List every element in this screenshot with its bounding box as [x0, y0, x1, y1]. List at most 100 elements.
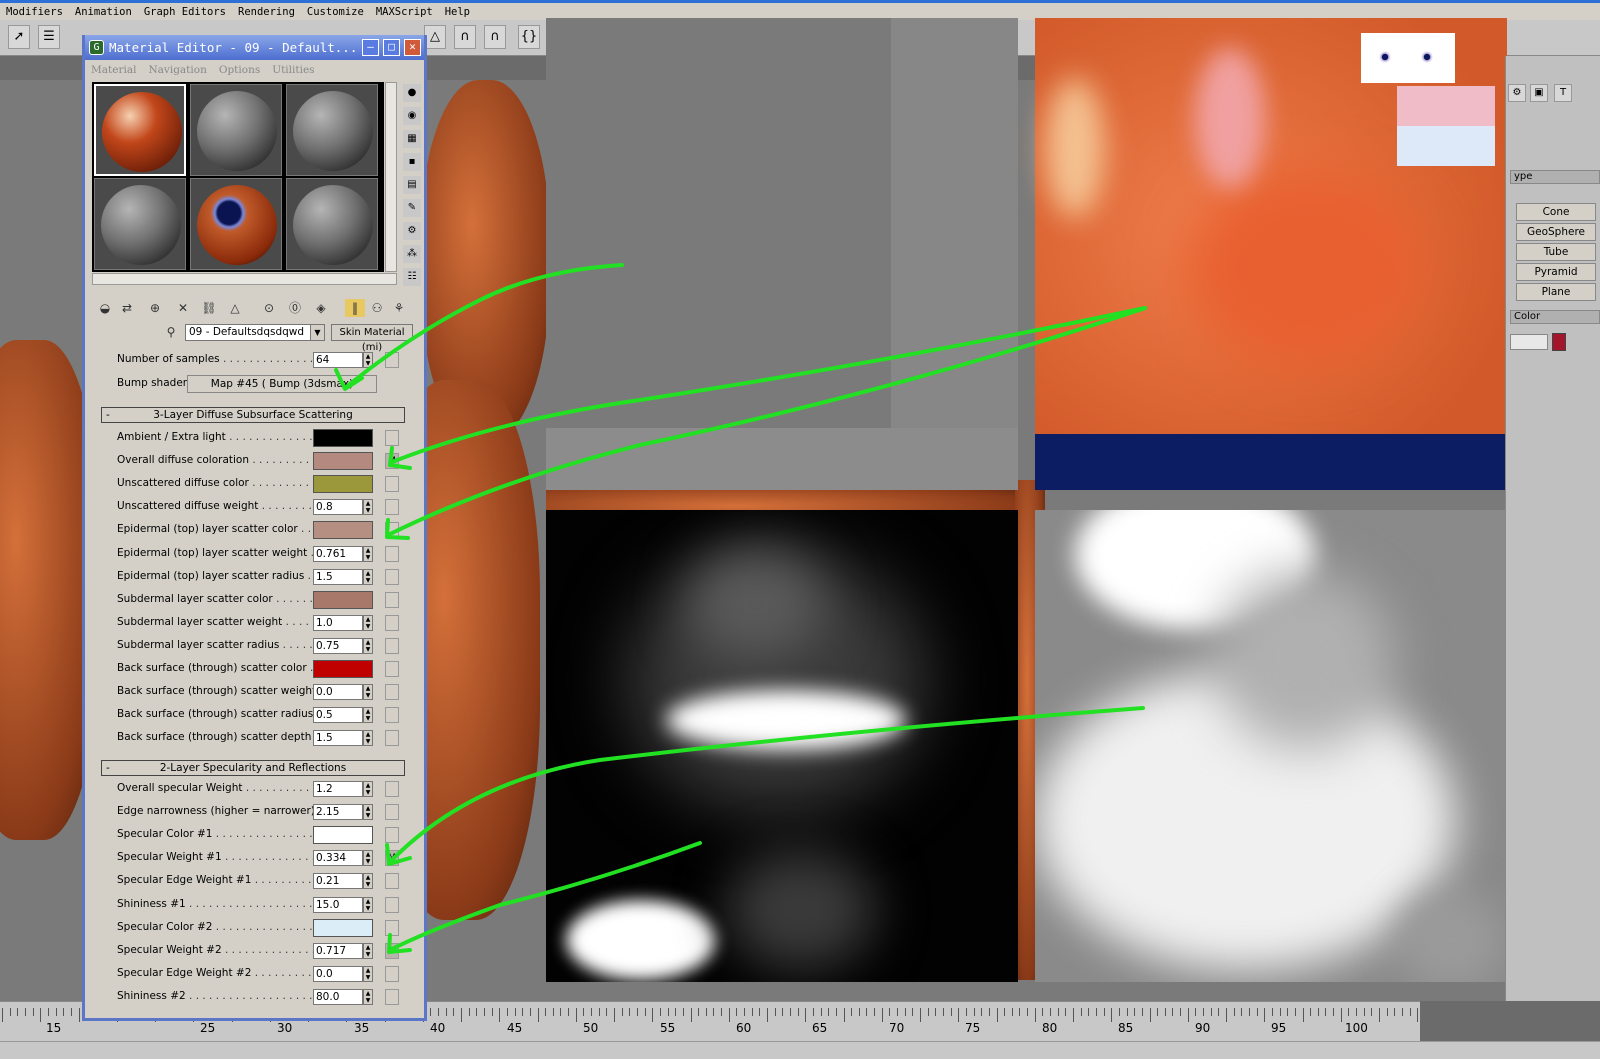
map-slot-button[interactable]	[385, 614, 399, 631]
sample-slot-1[interactable]	[94, 84, 186, 176]
slots-horizontal-scrollbar[interactable]	[92, 273, 397, 285]
options-icon[interactable]: ⚙	[403, 222, 421, 240]
magnet-snap-icon[interactable]: ∩	[454, 25, 476, 49]
tools-tab-icon[interactable]: T	[1554, 84, 1572, 102]
spinner-arrows-icon[interactable]: ▲ ▼	[363, 352, 373, 368]
me-menu-options[interactable]: Options	[219, 64, 260, 76]
map-slot-button[interactable]	[385, 522, 399, 539]
param-value-spinner[interactable]: 1.0	[313, 614, 363, 631]
color-swatch[interactable]	[313, 521, 373, 540]
menu-rendering[interactable]: Rendering	[238, 6, 295, 18]
slots-vertical-scrollbar[interactable]	[385, 82, 397, 272]
tube-button[interactable]: Tube	[1516, 243, 1596, 261]
sample-slot-2[interactable]	[190, 84, 282, 176]
map-slot-button[interactable]	[385, 873, 399, 890]
color-swatch[interactable]	[313, 475, 373, 494]
color-swatch[interactable]	[313, 660, 373, 678]
pick-material-icon[interactable]: ⚘	[389, 299, 409, 317]
pyramid-button[interactable]: Pyramid	[1516, 263, 1596, 281]
me-menu-navigation[interactable]: Navigation	[148, 64, 206, 76]
map-slot-button[interactable]	[385, 545, 399, 562]
geosphere-button[interactable]: GeoSphere	[1516, 223, 1596, 241]
show-end-result-icon[interactable]: ◈	[311, 299, 331, 317]
scale-tool-icon[interactable]: △	[424, 25, 446, 49]
minimize-icon[interactable]: –	[362, 39, 379, 56]
spinner-arrows-icon[interactable]: ▲ ▼	[363, 499, 373, 516]
show-map-icon[interactable]: ⓪	[285, 299, 305, 317]
collapse-icon[interactable]: -	[106, 761, 110, 775]
go-forward-sibling-icon[interactable]: ⚇	[367, 299, 387, 317]
get-material-icon[interactable]: ◒	[95, 299, 115, 317]
color-swatch[interactable]	[313, 590, 373, 609]
material-editor-titlebar[interactable]: G Material Editor - 09 - Default... – □ …	[85, 35, 424, 60]
param-value-spinner[interactable]: 0.717	[313, 942, 363, 959]
color-swatch[interactable]	[313, 452, 373, 471]
menu-graph-editors[interactable]: Graph Editors	[144, 6, 226, 18]
display-tab-icon[interactable]: ▣	[1530, 84, 1548, 102]
map-slot-button[interactable]	[385, 352, 399, 368]
map-slot-button[interactable]	[385, 661, 399, 677]
sample-slots[interactable]	[92, 82, 384, 272]
param-value-spinner[interactable]: 0.761	[313, 545, 363, 562]
spinner-arrows-icon[interactable]: ▲ ▼	[363, 568, 373, 585]
map-slot-button[interactable]	[385, 730, 399, 747]
color-swatch[interactable]	[313, 826, 373, 845]
map-slot-button[interactable]	[385, 499, 399, 516]
map-slot-button[interactable]	[385, 919, 399, 936]
param-value-spinner[interactable]: 0.0	[313, 965, 363, 982]
material-id-channel-icon[interactable]: ⊙	[259, 299, 279, 317]
map-slot-button[interactable]	[385, 781, 399, 797]
sample-slot-3[interactable]	[286, 84, 378, 176]
sample-slot-6[interactable]	[286, 178, 378, 270]
map-slot-button[interactable]: M	[385, 942, 399, 959]
sample-slot-4[interactable]	[94, 178, 186, 270]
map-slot-button[interactable]: M	[385, 453, 399, 470]
param-value-spinner[interactable]: 64	[313, 352, 363, 368]
name-and-color-header[interactable]: Color	[1510, 310, 1600, 324]
map-slot-button[interactable]	[385, 988, 399, 1005]
param-value-spinner[interactable]: 0.75	[313, 637, 363, 654]
menu-customize[interactable]: Customize	[307, 6, 364, 18]
map-slot-button[interactable]	[385, 965, 399, 982]
uv-tiling-icon[interactable]: ▪	[403, 153, 421, 171]
bump-shader-map-button[interactable]: Map #45 ( Bump (3dsmax)	[187, 375, 377, 393]
param-value-spinner[interactable]: 0.334	[313, 850, 363, 867]
sample-slot-5[interactable]	[190, 178, 282, 270]
assign-to-selection-icon[interactable]: ⊕	[145, 299, 165, 317]
map-slot-button[interactable]	[385, 804, 399, 821]
spinner-arrows-icon[interactable]: ▲ ▼	[363, 942, 373, 959]
spinner-arrows-icon[interactable]: ▲ ▼	[363, 873, 373, 890]
map-slot-button[interactable]	[385, 476, 399, 493]
spinner-arrows-icon[interactable]: ▲ ▼	[363, 730, 373, 747]
collapse-icon[interactable]: -	[106, 408, 110, 422]
material-type-button[interactable]: Skin Material (mi)	[331, 324, 413, 353]
spinner-arrows-icon[interactable]: ▲ ▼	[363, 545, 373, 562]
map-slot-button[interactable]	[385, 568, 399, 585]
map-slot-button[interactable]	[385, 827, 399, 844]
me-menu-material[interactable]: Material	[91, 64, 136, 76]
spinner-arrows-icon[interactable]: ▲ ▼	[363, 781, 373, 797]
color-swatch[interactable]	[313, 918, 373, 937]
material-editor-window[interactable]: G Material Editor - 09 - Default... – □ …	[82, 35, 427, 1021]
menu-modifiers[interactable]: Modifiers	[6, 6, 63, 18]
material-name-field[interactable]: 09 - Defaultsdqsdqwd ▼	[185, 324, 325, 341]
param-value-spinner[interactable]: 2.15	[313, 804, 363, 821]
map-slot-button[interactable]	[385, 591, 399, 608]
select-arrow-icon[interactable]: ➚	[8, 25, 30, 49]
param-value-spinner[interactable]: 0.21	[313, 873, 363, 890]
param-value-spinner[interactable]: 1.2	[313, 781, 363, 797]
material-map-navigator-icon[interactable]: ☷	[403, 268, 421, 286]
param-value-spinner[interactable]: 0.0	[313, 684, 363, 701]
make-unique-icon[interactable]: ⛓	[199, 299, 219, 317]
utilities-tab-icon[interactable]: ⚙	[1508, 84, 1526, 102]
object-type-header[interactable]: ype	[1510, 170, 1600, 184]
spinner-arrows-icon[interactable]: ▲ ▼	[363, 850, 373, 867]
eyedropper-icon[interactable]: ⚲	[161, 323, 181, 341]
angle-snap-icon[interactable]: ∩	[484, 25, 506, 49]
make-preview-icon[interactable]: ✎	[403, 199, 421, 217]
put-to-library-icon[interactable]: △	[225, 299, 245, 317]
backlight-icon[interactable]: ◉	[403, 107, 421, 125]
named-selection-icon[interactable]: {}	[518, 25, 540, 49]
param-value-spinner[interactable]: 1.5	[313, 568, 363, 585]
param-value-spinner[interactable]: 0.8	[313, 499, 363, 516]
